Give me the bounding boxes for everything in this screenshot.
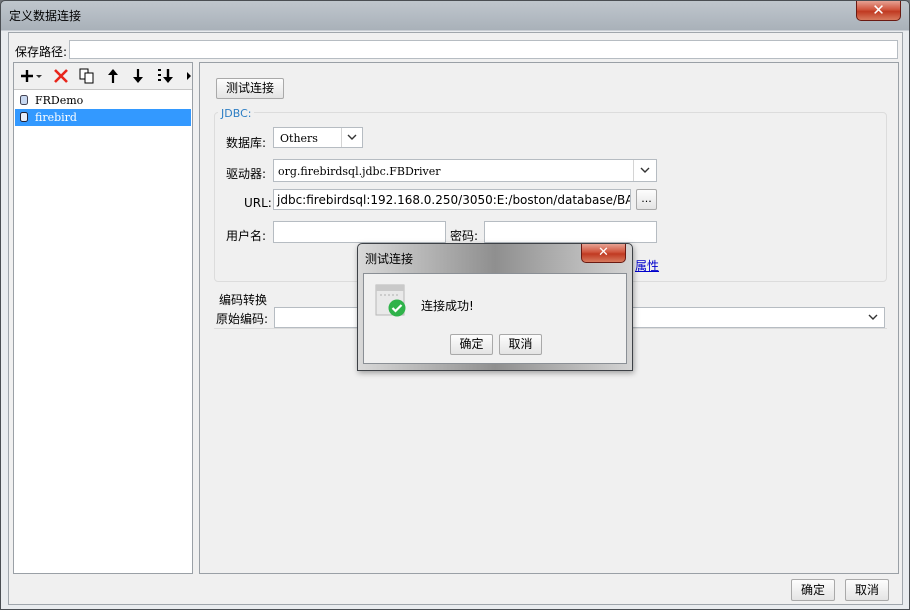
original-encoding-label: 原始编码:: [216, 312, 269, 326]
dialog-cancel-button[interactable]: 取消: [499, 334, 542, 355]
dialog-close-button[interactable]: ✕: [581, 244, 626, 263]
database-label: 数据库:: [226, 136, 267, 150]
close-icon: ✕: [872, 1, 885, 19]
database-icon: [20, 112, 28, 122]
encoding-group-title: 编码转换: [219, 291, 271, 308]
database-select-value: Others: [280, 132, 318, 145]
tree-item-frdemo[interactable]: FRDemo: [15, 92, 191, 109]
add-connection-button[interactable]: [19, 66, 43, 86]
connection-list-panel: FRDemo firebird: [13, 62, 193, 574]
save-path-label: 保存路径:: [15, 45, 68, 59]
copy-icon: [79, 68, 94, 84]
password-label: 密码:: [450, 229, 479, 243]
window-title: 定义数据连接: [9, 9, 82, 23]
arrow-up-icon: [108, 69, 118, 83]
chevron-down-icon[interactable]: [633, 160, 656, 181]
username-input[interactable]: [273, 221, 446, 243]
tree-item-label: FRDemo: [35, 94, 84, 107]
driver-select-value: org.firebirdsql.jdbc.FBDriver: [278, 165, 441, 178]
connection-toolbar: [14, 63, 192, 90]
window-close-button[interactable]: ✕: [856, 1, 901, 21]
password-input[interactable]: [484, 221, 657, 243]
dialog-title: 测试连接: [365, 252, 414, 266]
cancel-button[interactable]: 取消: [845, 579, 889, 601]
dialog-message: 连接成功!: [421, 299, 474, 313]
chevron-down-icon[interactable]: [862, 308, 884, 327]
test-connection-button[interactable]: 测试连接: [216, 78, 284, 99]
url-browse-button[interactable]: ...: [636, 189, 657, 210]
success-check-icon: [375, 284, 406, 317]
chevron-right-icon: [187, 72, 191, 80]
save-path-input[interactable]: [69, 40, 898, 59]
sort-button[interactable]: [156, 66, 176, 86]
driver-label: 驱动器:: [226, 167, 267, 181]
url-input[interactable]: jdbc:firebirdsql:192.168.0.250/3050:E:/b…: [273, 189, 631, 210]
properties-link[interactable]: 属性: [635, 257, 659, 274]
plus-icon: [21, 70, 42, 82]
move-down-button[interactable]: [130, 66, 146, 86]
driver-select[interactable]: org.firebirdsql.jdbc.FBDriver: [273, 159, 657, 182]
chevron-down-icon[interactable]: [341, 128, 362, 147]
database-icon: [20, 95, 28, 105]
arrow-down-icon: [133, 69, 143, 83]
dialog-client: 连接成功! 确定 取消: [363, 273, 627, 364]
database-select[interactable]: Others: [273, 127, 363, 148]
tree-item-label: firebird: [35, 111, 77, 124]
url-input-value: jdbc:firebirdsql:192.168.0.250/3050:E:/b…: [277, 193, 631, 207]
delete-x-icon: [54, 69, 68, 83]
toolbar-overflow-button[interactable]: [185, 66, 193, 86]
jdbc-group-title: JDBC:: [218, 107, 255, 120]
copy-connection-button[interactable]: [78, 66, 96, 86]
username-label: 用户名:: [226, 229, 267, 243]
move-up-button[interactable]: [105, 66, 121, 86]
title-bar[interactable]: 定义数据连接 ✕: [1, 1, 909, 30]
test-connection-dialog: 测试连接 ✕ 连接成功! 确定 取消: [357, 243, 633, 371]
delete-connection-button[interactable]: [52, 66, 70, 86]
tree-item-firebird[interactable]: firebird: [15, 109, 191, 126]
dialog-ok-button[interactable]: 确定: [450, 334, 493, 355]
ok-button[interactable]: 确定: [791, 579, 835, 601]
url-label: URL:: [244, 196, 272, 210]
close-icon: ✕: [598, 245, 609, 260]
sort-down-icon: [158, 69, 173, 83]
